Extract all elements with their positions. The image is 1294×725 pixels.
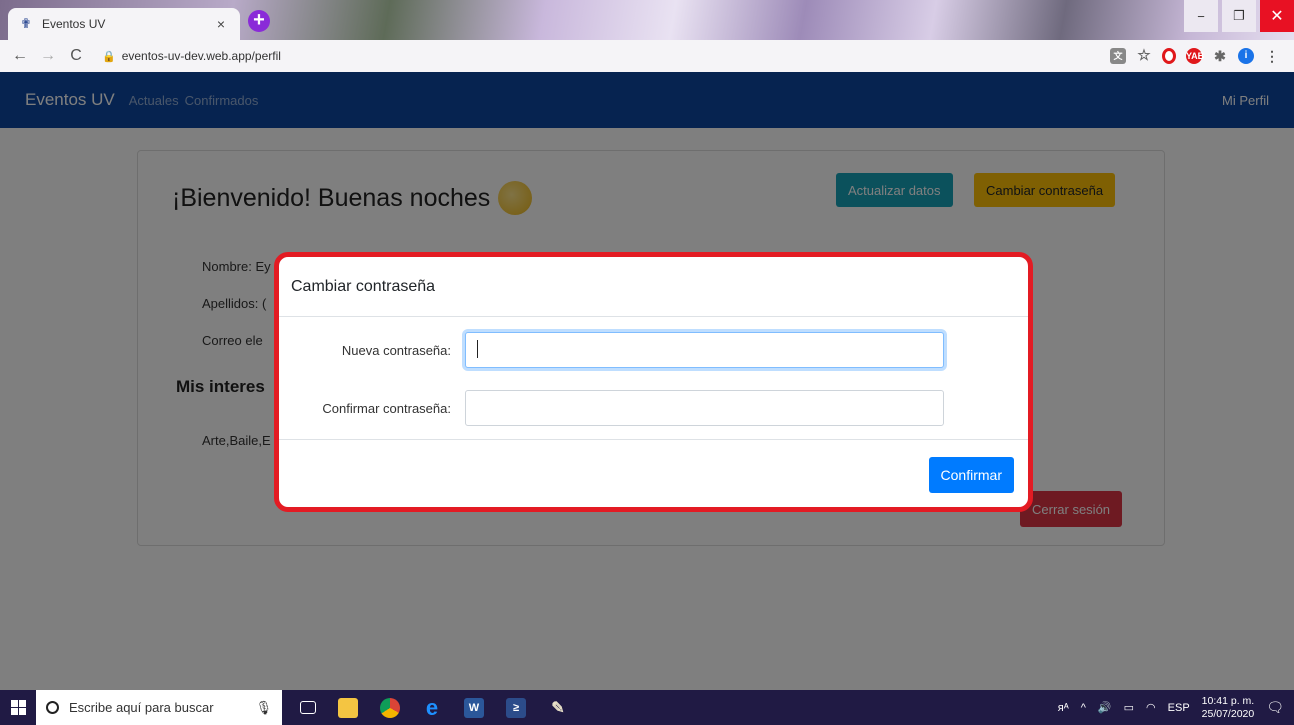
modal-title: Cambiar contraseña (291, 277, 436, 295)
chevron-up-icon[interactable]: ^ (1081, 702, 1086, 714)
task-view-icon[interactable] (300, 701, 316, 714)
extension-icons: 文 ☆ YAB ✱ i ⋮ (1110, 48, 1280, 64)
tab-close-icon[interactable]: × (212, 16, 230, 32)
new-password-wrapper (465, 332, 944, 368)
system-tray: ᴙᴬ ^ 🔊 ▭ ◠ ESP 10:41 p. m. 25/07/2020 🗨 (1058, 695, 1294, 721)
back-button[interactable]: ← (8, 44, 32, 68)
browser-toolbar: ← → C 🔒 eventos-uv-dev.web.app/perfil 文 … (0, 40, 1294, 72)
notification-icon[interactable]: 🗨 (1266, 699, 1284, 716)
clock-time: 10:41 p. m. (1201, 694, 1255, 707)
browser-tabstrip: ✟ Eventos UV × + − ❐ ✕ (0, 0, 1294, 40)
new-password-row: Nueva contraseña: (279, 332, 944, 368)
paint-icon[interactable]: ✎ (548, 698, 568, 718)
microphone-icon[interactable]: 🎙 (255, 700, 272, 716)
forward-button[interactable]: → (36, 44, 60, 68)
menu-icon[interactable]: ⋮ (1264, 48, 1280, 64)
confirm-password-label: Confirmar contraseña: (322, 400, 451, 416)
clock[interactable]: 10:41 p. m. 25/07/2020 (1202, 695, 1255, 721)
puzzle-icon[interactable]: ✱ (1212, 48, 1228, 64)
language-indicator[interactable]: ESP (1168, 702, 1190, 714)
lock-icon[interactable]: 🔒 (102, 50, 116, 63)
text-caret (477, 340, 478, 358)
star-icon[interactable]: ☆ (1136, 48, 1152, 64)
clock-date: 25/07/2020 (1201, 707, 1255, 720)
confirm-button[interactable]: Confirmar (928, 457, 1014, 493)
restore-button[interactable]: ❐ (1222, 0, 1256, 32)
browser-tab[interactable]: ✟ Eventos UV × (8, 8, 240, 40)
tab-title: Eventos UV (42, 17, 106, 31)
taskbar-search[interactable]: Escribe aquí para buscar 🎙 (36, 690, 282, 725)
windows-logo-icon (10, 700, 26, 715)
file-explorer-icon[interactable] (338, 697, 358, 718)
adblock-icon[interactable]: YAB (1186, 48, 1204, 64)
translate-icon[interactable]: 文 (1110, 48, 1126, 64)
confirm-password-input[interactable] (465, 390, 944, 426)
change-password-modal: Cambiar contraseña Nueva contraseña: Con… (274, 252, 1033, 512)
people-icon[interactable]: ᴙᴬ (1058, 702, 1069, 714)
url-text: eventos-uv-dev.web.app/perfil (121, 49, 281, 63)
battery-icon[interactable]: ▭ (1124, 701, 1134, 714)
cortana-icon (46, 701, 59, 714)
modal-footer: Confirmar (279, 439, 1028, 507)
profile-icon[interactable]: i (1238, 48, 1254, 64)
start-button[interactable] (0, 690, 36, 725)
new-tab-button[interactable]: + (248, 10, 270, 32)
wifi-icon[interactable]: ◠ (1146, 701, 1156, 714)
volume-icon[interactable]: 🔊 (1098, 701, 1112, 714)
modal-header: Cambiar contraseña (279, 257, 1028, 317)
reload-button[interactable]: C (64, 44, 88, 68)
chrome-icon[interactable] (380, 697, 400, 718)
window-controls: − ❐ ✕ (1180, 0, 1294, 32)
opera-icon[interactable] (1162, 48, 1176, 64)
address-bar[interactable]: 🔒 eventos-uv-dev.web.app/perfil (96, 44, 1110, 68)
page: Eventos UV Actuales Confirmados Mi Perfi… (0, 72, 1294, 690)
windows-taskbar: Escribe aquí para buscar 🎙 e W ≥ ✎ ᴙᴬ ^ … (0, 690, 1294, 725)
powershell-icon[interactable]: ≥ (506, 697, 526, 718)
search-placeholder: Escribe aquí para buscar (69, 700, 214, 715)
minimize-button[interactable]: − (1184, 0, 1218, 32)
edge-icon[interactable]: e (422, 695, 442, 720)
favicon-icon: ✟ (20, 16, 32, 31)
confirm-password-row: Confirmar contraseña: (279, 390, 944, 426)
taskbar-apps: e W ≥ ✎ (300, 695, 568, 720)
new-password-label: Nueva contraseña: (341, 342, 451, 358)
new-password-input[interactable] (465, 332, 944, 368)
word-icon[interactable]: W (464, 697, 484, 718)
close-window-button[interactable]: ✕ (1260, 0, 1294, 32)
